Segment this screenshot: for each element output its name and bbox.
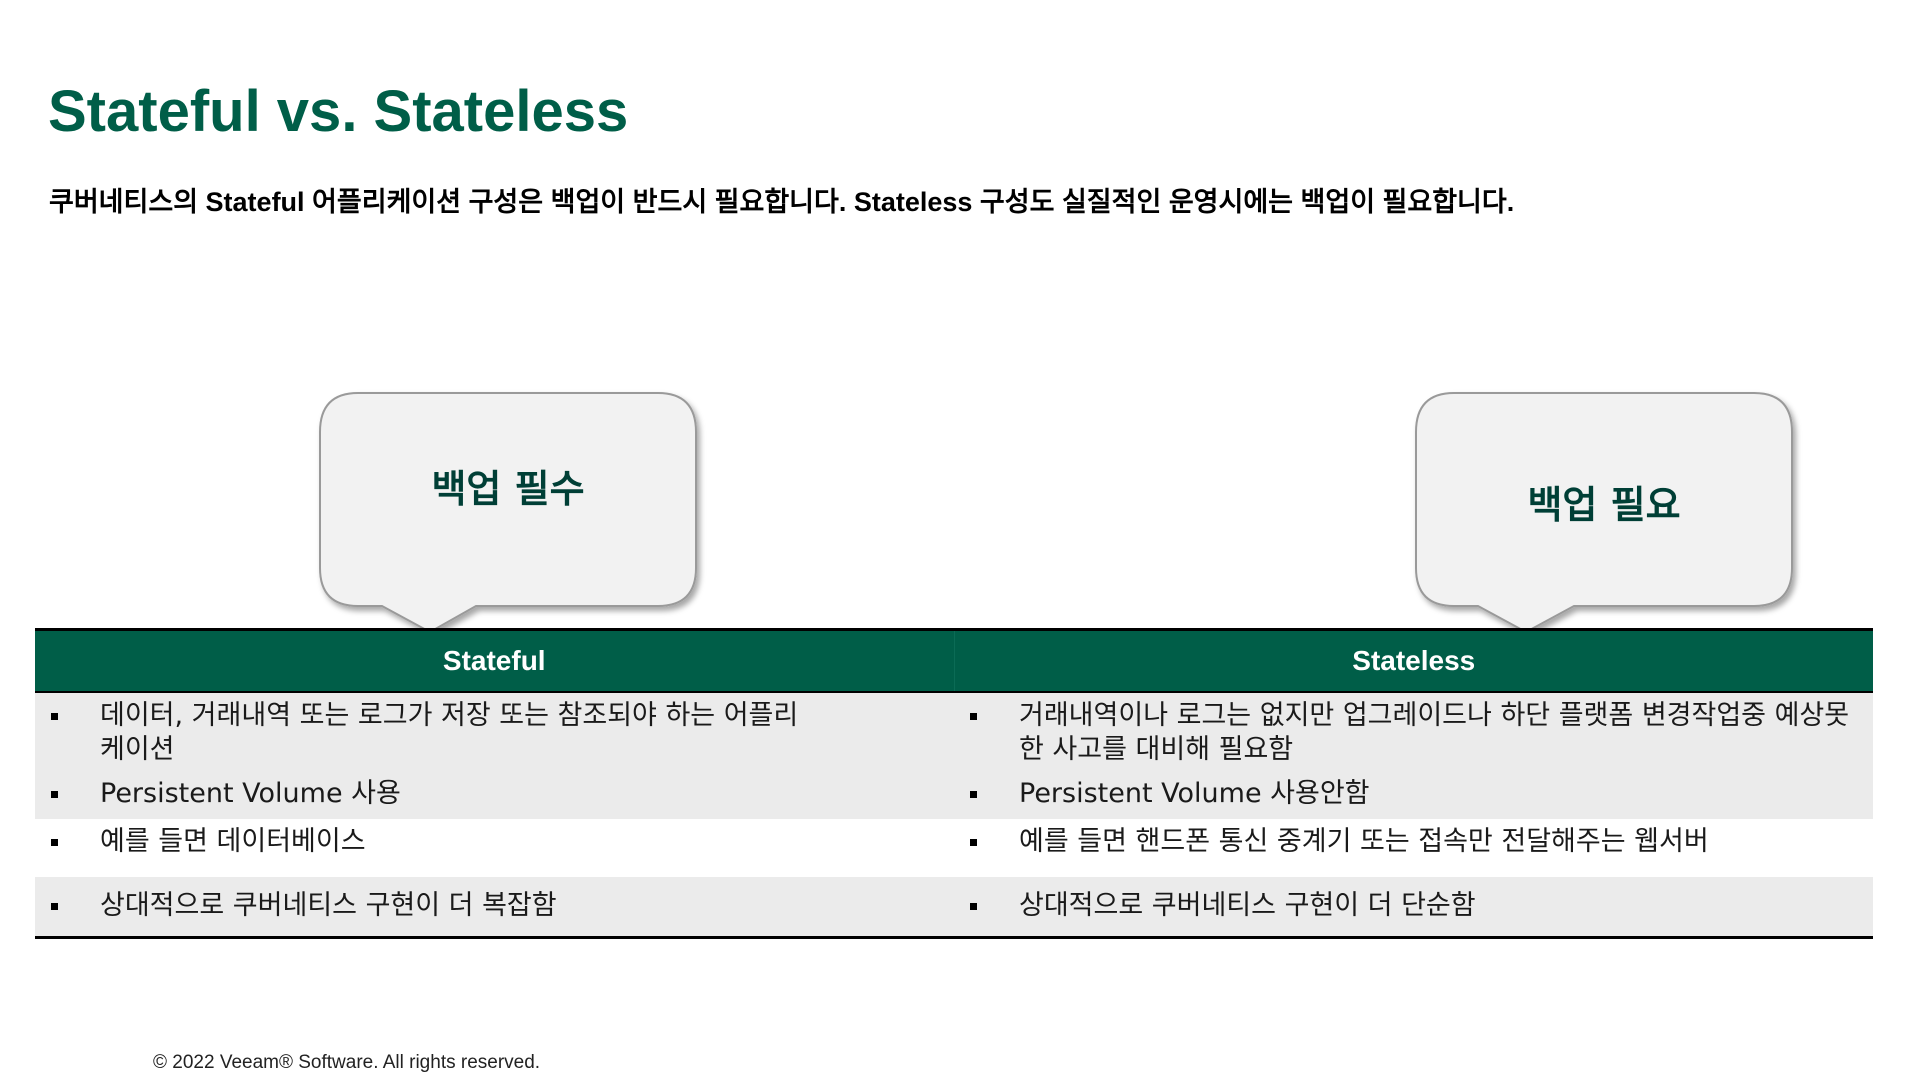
- cell-text: 예를 들면 핸드폰 통신 중계기 또는 접속만 전달해주는 웹서버: [1019, 826, 1709, 857]
- table-row: 데이터, 거래내역 또는 로그가 저장 또는 참조되야 하는 어플리케이션 거래…: [35, 693, 1873, 773]
- table-cell: Persistent Volume 사용안함: [954, 773, 1873, 819]
- comparison-table: Stateful Stateless 데이터, 거래내역 또는 로그가 저장 또…: [35, 628, 1873, 939]
- table-cell: 상대적으로 쿠버네티스 구현이 더 단순함: [954, 877, 1873, 936]
- page-subtitle: 쿠버네티스의 Stateful 어플리케이션 구성은 백업이 반드시 필요합니다…: [49, 187, 1515, 217]
- table-header: Stateful Stateless: [35, 631, 1873, 693]
- cell-text: Persistent Volume 사용안함: [1019, 778, 1370, 809]
- callout-stateless: 백업 필요: [1414, 392, 1794, 634]
- table-cell: 거래내역이나 로그는 없지만 업그레이드나 하단 플랫폼 변경작업중 예상못한 …: [954, 693, 1873, 773]
- callout-stateful: 백업 필수: [318, 392, 698, 634]
- callout-label: 백업 필수: [431, 467, 585, 511]
- table-cell: 상대적으로 쿠버네티스 구현이 더 복잡함: [35, 877, 954, 936]
- cell-text: Persistent Volume 사용: [100, 778, 401, 809]
- header-stateful: Stateful: [442, 645, 546, 676]
- bullet-icon: [51, 839, 58, 846]
- bullet-icon: [970, 713, 977, 720]
- bullet-icon: [970, 839, 977, 846]
- cell-text: 예를 들면 데이터베이스: [100, 826, 366, 857]
- table-cell: 데이터, 거래내역 또는 로그가 저장 또는 참조되야 하는 어플리케이션: [35, 693, 954, 773]
- bullet-icon: [970, 791, 977, 798]
- page-title: Stateful vs. Stateless: [48, 79, 629, 144]
- table-row: 상대적으로 쿠버네티스 구현이 더 복잡함 상대적으로 쿠버네티스 구현이 더 …: [35, 877, 1873, 936]
- table-cell: Persistent Volume 사용: [35, 773, 954, 819]
- bullet-icon: [51, 791, 58, 798]
- slide: Stateful vs. Stateless 쿠버네티스의 Stateful 어…: [0, 0, 1920, 1080]
- cell-text: 거래내역이나 로그는 없지만 업그레이드나 하단 플랫폼 변경작업중 예상못한 …: [1019, 700, 1850, 765]
- callout-label: 백업 필요: [1527, 483, 1681, 527]
- copyright-footer: © 2022 Veeam® Software. All rights reser…: [153, 1052, 541, 1073]
- cell-text: 상대적으로 쿠버네티스 구현이 더 단순함: [1019, 890, 1476, 921]
- table-cell: 예를 들면 핸드폰 통신 중계기 또는 접속만 전달해주는 웹서버: [954, 819, 1873, 877]
- bullet-icon: [51, 713, 58, 720]
- table-cell: 예를 들면 데이터베이스: [35, 819, 954, 877]
- header-stateless: Stateless: [953, 631, 1874, 691]
- cell-text: 데이터, 거래내역 또는 로그가 저장 또는 참조되야 하는 어플리케이션: [100, 700, 799, 765]
- cell-text: 상대적으로 쿠버네티스 구현이 더 복잡함: [100, 890, 557, 921]
- table-row: 예를 들면 데이터베이스 예를 들면 핸드폰 통신 중계기 또는 접속만 전달해…: [35, 819, 1873, 877]
- bullet-icon: [51, 903, 58, 910]
- bullet-icon: [970, 903, 977, 910]
- table-row: Persistent Volume 사용 Persistent Volume 사…: [35, 773, 1873, 819]
